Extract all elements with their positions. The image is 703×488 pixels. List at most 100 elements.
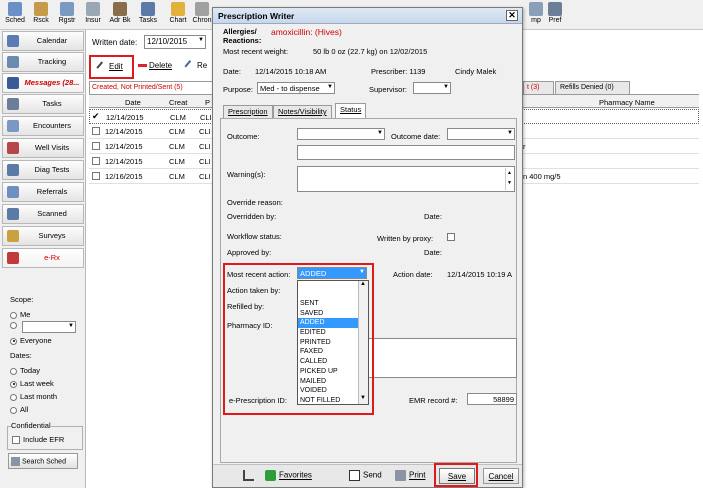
nav-calendar[interactable]: Calendar: [2, 31, 84, 51]
row-checkbox[interactable]: [92, 142, 100, 150]
tab-status[interactable]: Status: [335, 103, 367, 118]
nav-erx[interactable]: e-Rx: [2, 248, 84, 268]
pref-button[interactable]: Pref: [543, 2, 567, 28]
insurance-icon: [86, 2, 100, 16]
chart-button[interactable]: Chart: [166, 2, 190, 28]
prescriber-label: Prescriber: 1139: [371, 67, 426, 76]
date-all-option[interactable]: All: [10, 405, 28, 414]
outcome-dropdown[interactable]: [297, 128, 385, 140]
override-date-label: Date:: [424, 212, 442, 221]
written-by-proxy-checkbox[interactable]: [447, 233, 455, 241]
cancel-button[interactable]: Cancel: [483, 468, 519, 484]
renew-icon: [184, 59, 197, 72]
print-button[interactable]: Print: [395, 470, 425, 488]
date-value: 12/14/2015 10:18 AM: [255, 67, 327, 76]
insur-button[interactable]: Insur: [81, 2, 105, 28]
sched-button[interactable]: Sched: [3, 2, 27, 28]
prescriber-name: Cindy Malek: [455, 67, 497, 76]
rsck-button[interactable]: Rsck: [29, 2, 53, 28]
dates-label: Dates:: [10, 351, 32, 360]
tab-partial[interactable]: t (3): [523, 81, 554, 94]
register-icon: [60, 2, 74, 16]
emr-record-label: EMR record #:: [409, 396, 458, 405]
nav-tasks[interactable]: Tasks: [2, 94, 84, 114]
template-icon: [529, 2, 543, 16]
save-highlight-box: [434, 463, 478, 487]
tasks-toolbar-button[interactable]: Tasks: [136, 2, 160, 28]
chron-button[interactable]: Chron: [190, 2, 214, 28]
nav-tracking[interactable]: Tracking: [2, 52, 84, 72]
scope-everyone-option[interactable]: Everyone: [10, 336, 52, 345]
nav-scanned[interactable]: Scanned: [2, 204, 84, 224]
outcome-label: Outcome:: [227, 132, 260, 141]
address-book-icon: [113, 2, 127, 16]
tasks-icon: [141, 2, 155, 16]
tracking-icon: [7, 56, 19, 68]
nav-encounters[interactable]: Encounters: [2, 116, 84, 136]
scope-user-dropdown[interactable]: [22, 321, 76, 333]
favorites-button[interactable]: Favorites: [265, 470, 312, 488]
printer-icon: [395, 470, 406, 481]
written-date-field[interactable]: 12/10/2015: [144, 35, 206, 49]
tab-created-not-printed[interactable]: Created, Not Printed/Sent (5): [89, 81, 213, 94]
approved-by-label: Approved by:: [227, 248, 272, 257]
scope-user-option[interactable]: [10, 321, 80, 333]
search-sched-button[interactable]: Search Sched: [8, 453, 78, 469]
outcome-text-field[interactable]: [297, 145, 515, 160]
emr-record-field[interactable]: 58899: [467, 393, 517, 405]
edit-highlight-box: [89, 55, 134, 79]
action-date-label: Action date:: [393, 270, 433, 279]
signature-icon: [243, 470, 254, 481]
purpose-label: Purpose:: [223, 85, 254, 94]
date-last-week-option[interactable]: Last week: [10, 379, 54, 388]
row-checkbox[interactable]: [92, 127, 100, 135]
stack-icon: [34, 2, 48, 16]
allergies-label: Allergies/ Reactions:: [223, 27, 262, 45]
override-reason-label: Override reason:: [227, 198, 283, 207]
nav-messages[interactable]: Messages (28...: [2, 73, 84, 93]
tasks-icon: [7, 98, 19, 110]
close-icon[interactable]: ✕: [506, 10, 518, 21]
stethoscope-icon: [7, 142, 19, 154]
prescription-writer-dialog: Prescription Writer ✕ Allergies/ Reactio…: [212, 7, 523, 488]
outcome-date-field[interactable]: [447, 128, 515, 140]
test-tube-icon: [7, 164, 19, 176]
tab-refills-denied[interactable]: Refills Denied (0): [555, 81, 630, 94]
survey-icon: [7, 230, 19, 242]
tab-notes-visibility[interactable]: Notes/Visibility: [273, 105, 332, 118]
nav-surveys[interactable]: Surveys: [2, 226, 84, 246]
tab-prescription[interactable]: Prescription: [223, 105, 273, 118]
include-efr-checkbox[interactable]: Include EFR: [12, 435, 64, 445]
dialog-title: Prescription Writer: [218, 11, 295, 21]
nav-well-visits[interactable]: Well Visits: [2, 138, 84, 158]
adr-bk-button[interactable]: Adr Bk: [108, 2, 132, 28]
confidential-group: Confidential Include EFR: [7, 421, 83, 450]
search-icon: [11, 457, 20, 466]
add-icon: [265, 470, 276, 481]
erx-icon: [7, 252, 19, 264]
sign-button[interactable]: [243, 470, 257, 488]
supervisor-dropdown[interactable]: [413, 82, 451, 94]
delete-button[interactable]: Delete: [138, 61, 172, 70]
written-by-proxy-label: Written by proxy:: [377, 234, 434, 243]
row-checkbox[interactable]: [92, 172, 100, 180]
warnings-scrollbar[interactable]: ▲ ▼: [505, 168, 513, 190]
workflow-status-label: Workflow status:: [227, 232, 282, 241]
send-button[interactable]: Send: [349, 470, 382, 488]
date-today-option[interactable]: Today: [10, 366, 40, 375]
scanner-icon: [7, 208, 19, 220]
approved-date-label: Date:: [424, 248, 442, 257]
nav-diag-tests[interactable]: Diag Tests: [2, 160, 84, 180]
nav-referrals[interactable]: Referrals: [2, 182, 84, 202]
preferences-icon: [548, 2, 562, 16]
warnings-textbox[interactable]: ▲ ▼: [297, 166, 515, 192]
overridden-by-label: Overridden by:: [227, 212, 277, 221]
re-button[interactable]: Re: [184, 59, 207, 72]
purpose-dropdown[interactable]: Med - to dispense: [257, 82, 335, 94]
row-checkbox[interactable]: [92, 157, 100, 165]
warnings-label: Warning(s):: [227, 170, 266, 179]
rgstr-button[interactable]: Rgstr: [55, 2, 79, 28]
delete-icon: [138, 64, 147, 68]
date-last-month-option[interactable]: Last month: [10, 392, 57, 401]
scope-me-option[interactable]: Me: [10, 310, 30, 319]
